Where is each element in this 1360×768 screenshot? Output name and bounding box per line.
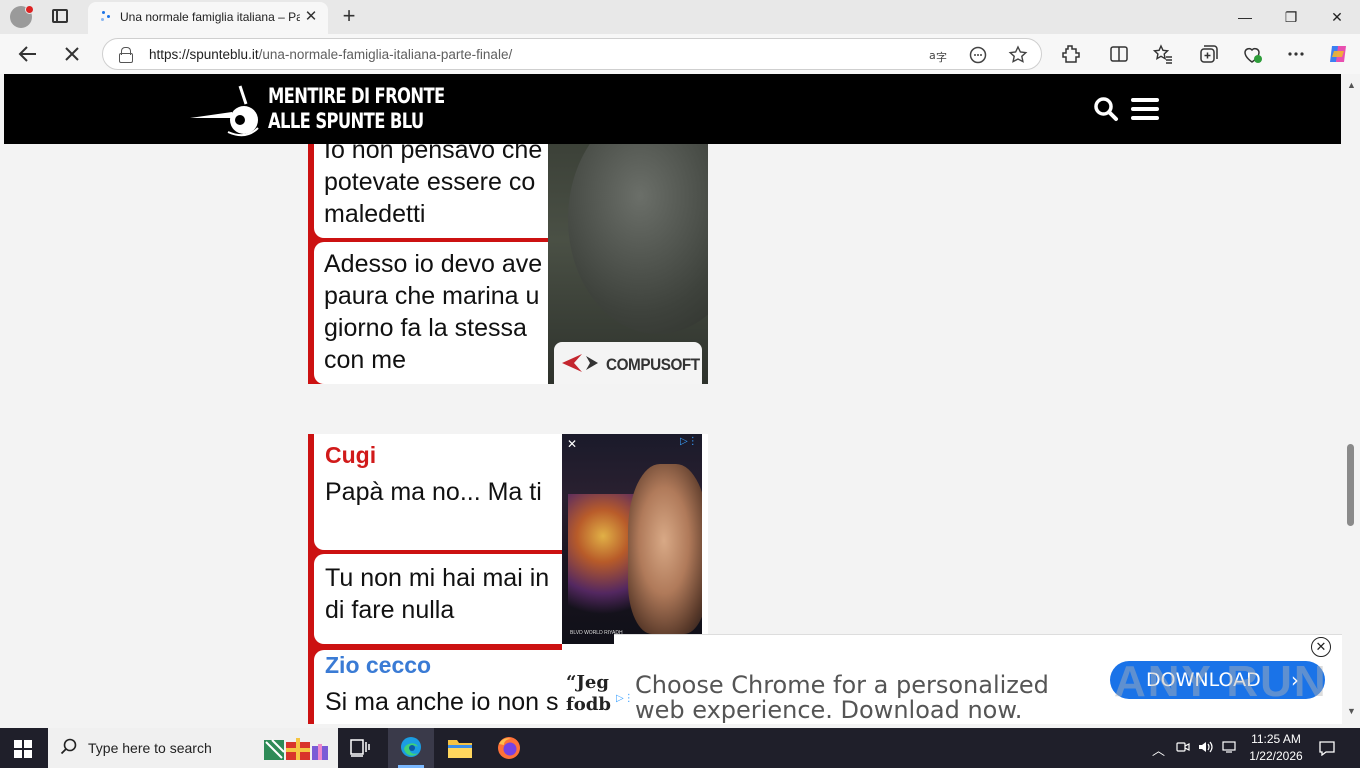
- logo-text: MENTIRE DI FRONTE ALLE SPUNTE BLU: [268, 84, 445, 134]
- clock-date: 1/22/2026: [1249, 749, 1303, 763]
- page-viewport: MENTIRE DI FRONTE ALLE SPUNTE BLU Io non…: [0, 74, 1343, 724]
- chat-bubble: Io non pensavo che potevate essere co ma…: [314, 144, 548, 238]
- chevron-right-icon: ›: [1291, 668, 1299, 692]
- favorites-icon[interactable]: [1151, 42, 1175, 66]
- scrollbar-thumb[interactable]: [1347, 444, 1354, 526]
- collections-icon[interactable]: [1196, 42, 1220, 66]
- chat-bubble: Zio cecco Si ma anche io non s: [314, 650, 564, 724]
- chat-sender-name: Zio cecco: [325, 652, 432, 678]
- taskbar-edge-active[interactable]: [388, 728, 434, 768]
- ad-image: [568, 144, 708, 334]
- svg-text:字: 字: [936, 50, 947, 64]
- notifications-icon[interactable]: [1318, 740, 1336, 759]
- reader-mode-icon[interactable]: [967, 44, 989, 66]
- search-icon: [60, 738, 78, 756]
- settings-more-icon[interactable]: [1284, 42, 1308, 66]
- chat-screenshot-1: Io non pensavo che potevate essere co ma…: [308, 144, 548, 384]
- download-button[interactable]: DOWNLOAD ›: [1110, 661, 1325, 699]
- close-window-button[interactable]: ✕: [1314, 4, 1360, 30]
- download-button-label: DOWNLOAD: [1146, 669, 1261, 691]
- ad-headline: Choose Chrome for a personalized web exp…: [635, 671, 1049, 724]
- svg-text:a: a: [929, 49, 936, 62]
- ad-portrait: [628, 464, 702, 634]
- chat-sender-name: Cugi: [325, 442, 377, 468]
- profile-avatar-icon[interactable]: [10, 5, 34, 28]
- lock-icon[interactable]: [119, 47, 133, 63]
- compusoft-logo: COMPUSOFT: [554, 342, 702, 384]
- chat-message: Papà ma no... Ma ti: [325, 478, 542, 506]
- logo-line-2: ALLE SPUNTE BLU: [268, 109, 424, 133]
- windows-start-icon[interactable]: [14, 740, 32, 758]
- back-arrow-icon[interactable]: [16, 42, 40, 66]
- chat-bubble: Tu non mi hai mai in di fare nulla: [314, 554, 564, 644]
- search-icon[interactable]: [1093, 96, 1119, 122]
- search-highlight-gifts-icon: [264, 738, 328, 760]
- chat-bubble: Adesso io devo ave paura che marina u gi…: [314, 242, 548, 384]
- scroll-down-arrow-icon[interactable]: ▼: [1347, 706, 1356, 716]
- menu-hamburger-icon[interactable]: [1131, 98, 1159, 120]
- url-text[interactable]: https://spunteblu.it/una-normale-famigli…: [149, 47, 512, 62]
- tab-close-icon[interactable]: ✕: [302, 8, 320, 26]
- firefox-icon[interactable]: [490, 734, 530, 762]
- browser-tab-active[interactable]: Una normale famiglia italiana – Parte fi…: [88, 2, 328, 34]
- stop-loading-icon[interactable]: [60, 42, 84, 66]
- compusoft-brand-text: COMPUSOFT: [606, 355, 700, 374]
- show-hidden-icons-chevron-icon[interactable]: ︿: [1152, 740, 1165, 759]
- minimize-button[interactable]: —: [1222, 4, 1268, 30]
- loading-favicon-icon: [100, 11, 112, 23]
- ad-close-icon[interactable]: ✕: [566, 438, 578, 450]
- advertisement-compusoft[interactable]: COMPUSOFT: [548, 144, 708, 384]
- meet-now-icon[interactable]: [1176, 740, 1190, 757]
- copilot-icon[interactable]: [1326, 42, 1350, 66]
- restore-button[interactable]: ❐: [1268, 4, 1314, 30]
- edge-browser-icon: [401, 737, 421, 757]
- chat-message: Si ma anche io non s: [325, 688, 559, 716]
- chat-screenshot-2: Cugi Papà ma no... Ma ti Tu non mi hai m…: [308, 434, 564, 724]
- browser-toolbar: https://spunteblu.it/una-normale-famigli…: [0, 34, 1360, 74]
- search-placeholder: Type here to search: [88, 740, 212, 756]
- chat-bubble: Cugi Papà ma no... Ma ti: [314, 434, 564, 550]
- site-logo[interactable]: MENTIRE DI FRONTE ALLE SPUNTE BLU: [188, 80, 445, 140]
- ad-image: BLVD WORLD RIYADH: [562, 434, 702, 644]
- clock-time: 11:25 AM: [1251, 732, 1301, 746]
- volume-icon[interactable]: [1198, 740, 1214, 757]
- ad-close-button[interactable]: ✕: [1311, 637, 1331, 657]
- adchoices-icon[interactable]: ▷⋮: [616, 693, 634, 705]
- new-tab-button[interactable]: +: [338, 4, 360, 28]
- tab-actions-icon[interactable]: [52, 9, 68, 23]
- split-screen-icon[interactable]: [1107, 42, 1131, 66]
- chat-message: Io non pensavo che potevate essere co ma…: [324, 144, 543, 228]
- pinocchio-logo-icon: [190, 85, 259, 137]
- browser-essentials-icon[interactable]: [1240, 42, 1264, 66]
- task-view-icon[interactable]: [340, 734, 380, 762]
- favorite-star-icon[interactable]: [1007, 44, 1029, 66]
- translate-icon[interactable]: a字: [927, 44, 949, 66]
- bottom-banner-ad[interactable]: ▷⋮ Choose Chrome for a personalized web …: [614, 634, 1342, 724]
- extensions-icon[interactable]: [1059, 42, 1083, 66]
- address-bar[interactable]: https://spunteblu.it/una-normale-famigli…: [102, 38, 1042, 70]
- site-header: MENTIRE DI FRONTE ALLE SPUNTE BLU: [4, 74, 1341, 144]
- taskbar-search[interactable]: Type here to search: [48, 728, 338, 768]
- page-scrollbar[interactable]: ▲ ▼: [1343, 74, 1360, 724]
- system-clock[interactable]: 11:25 AM 1/22/2026: [1236, 731, 1316, 765]
- chat-message: Adesso io devo ave paura che marina u gi…: [324, 250, 543, 374]
- scroll-up-arrow-icon[interactable]: ▲: [1347, 80, 1356, 90]
- tab-bar: Una normale famiglia italiana – Parte fi…: [0, 0, 1360, 34]
- chat-message: Tu non mi hai mai in di fare nulla: [325, 564, 550, 624]
- ad-quote-text: “Jeg fodb: [566, 672, 611, 715]
- adchoices-icon[interactable]: ▷⋮: [680, 436, 700, 448]
- logo-line-1: MENTIRE DI FRONTE: [268, 84, 445, 108]
- tab-title: Una normale famiglia italiana – Parte fi…: [120, 10, 300, 24]
- file-explorer-icon[interactable]: [440, 734, 480, 762]
- windows-taskbar: Type here to search ︿ 11:25 AM 1/22/2026: [0, 728, 1360, 768]
- compusoft-mark-icon: [562, 354, 598, 372]
